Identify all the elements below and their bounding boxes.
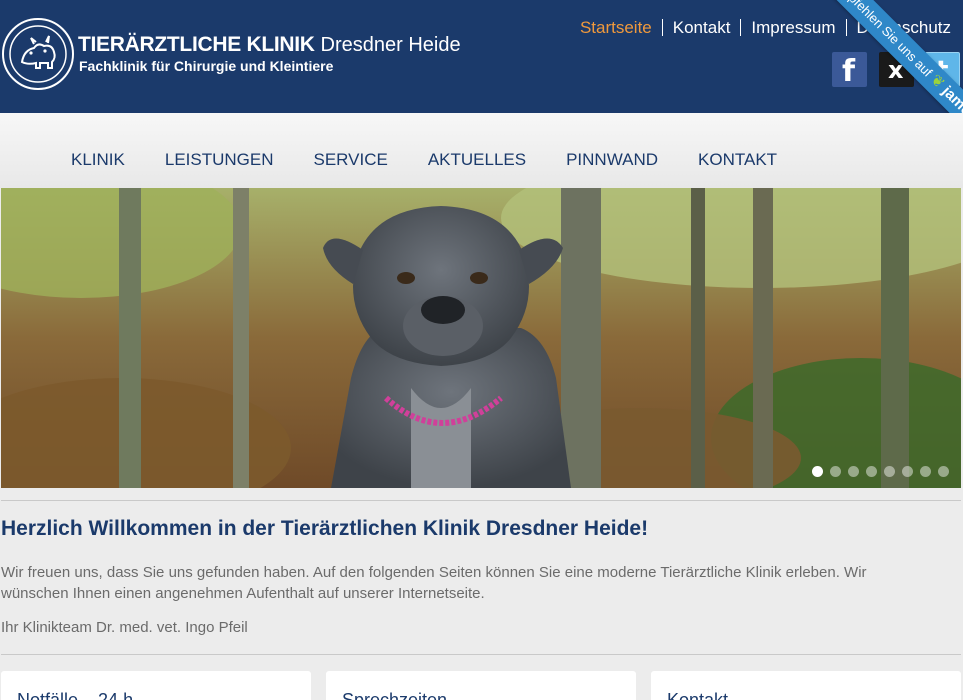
- section-divider-2: [1, 654, 961, 655]
- slider-dot[interactable]: [920, 466, 931, 477]
- slider-dot[interactable]: [848, 466, 859, 477]
- section-divider: [1, 500, 961, 501]
- welcome-title: Herzlich Willkommen in der Tierärztliche…: [1, 517, 649, 540]
- slider-dot[interactable]: [812, 466, 823, 477]
- card-title: Notfälle – 24 h: [17, 690, 134, 700]
- welcome-signature: Ihr Klinikteam Dr. med. vet. Ingo Pfeil: [1, 619, 248, 636]
- logo-title-light: Dresdner Heide: [320, 34, 461, 56]
- site-logo[interactable]: TIERÄRZTLICHE KLINIK Dresdner Heide Fach…: [2, 18, 461, 90]
- slider-dot[interactable]: [866, 466, 877, 477]
- jameda-brand: jameda: [938, 82, 963, 113]
- site-header: TIERÄRZTLICHE KLINIK Dresdner Heide Fach…: [0, 0, 963, 113]
- logo-title-bold: TIERÄRZTLICHE KLINIK: [78, 33, 315, 56]
- link-impressum[interactable]: Impressum: [740, 19, 845, 36]
- facebook-glyph: f: [842, 54, 856, 89]
- clinic-emblem-icon: [2, 18, 74, 90]
- card-sprechzeiten[interactable]: Sprechzeiten: [326, 671, 636, 700]
- card-kontakt[interactable]: Kontakt: [651, 671, 961, 700]
- hero-image: [1, 188, 961, 488]
- card-notfaelle[interactable]: Notfälle – 24 h: [1, 671, 311, 700]
- card-title: Kontakt: [667, 690, 729, 700]
- nav-item-aktuelles[interactable]: AKTUELLES: [408, 150, 546, 170]
- slider-dot[interactable]: [830, 466, 841, 477]
- nav-item-kontakt[interactable]: KONTAKT: [678, 150, 797, 170]
- slider-pagination: [805, 466, 949, 477]
- hero-slider[interactable]: [1, 188, 961, 488]
- facebook-icon[interactable]: f: [832, 52, 867, 89]
- slider-dot[interactable]: [938, 466, 949, 477]
- link-startseite[interactable]: Startseite: [570, 19, 662, 36]
- nav-item-service[interactable]: SERVICE: [294, 150, 408, 170]
- link-kontakt[interactable]: Kontakt: [661, 19, 741, 36]
- slider-dot[interactable]: [902, 466, 913, 477]
- slider-dot[interactable]: [884, 466, 895, 477]
- main-nav: KLINIK LEISTUNGEN SERVICE AKTUELLES PINN…: [0, 113, 963, 188]
- nav-item-leistungen[interactable]: LEISTUNGEN: [145, 150, 294, 170]
- logo-title: TIERÄRZTLICHE KLINIK Dresdner Heide: [78, 33, 461, 57]
- card-title: Sprechzeiten: [342, 690, 448, 700]
- logo-subtitle: Fachklinik für Chirurgie und Kleintiere: [79, 58, 334, 74]
- welcome-text: Wir freuen uns, dass Sie uns gefunden ha…: [1, 564, 867, 602]
- nav-item-pinnwand[interactable]: PINNWAND: [546, 150, 678, 170]
- nav-item-klinik[interactable]: KLINIK: [51, 150, 145, 170]
